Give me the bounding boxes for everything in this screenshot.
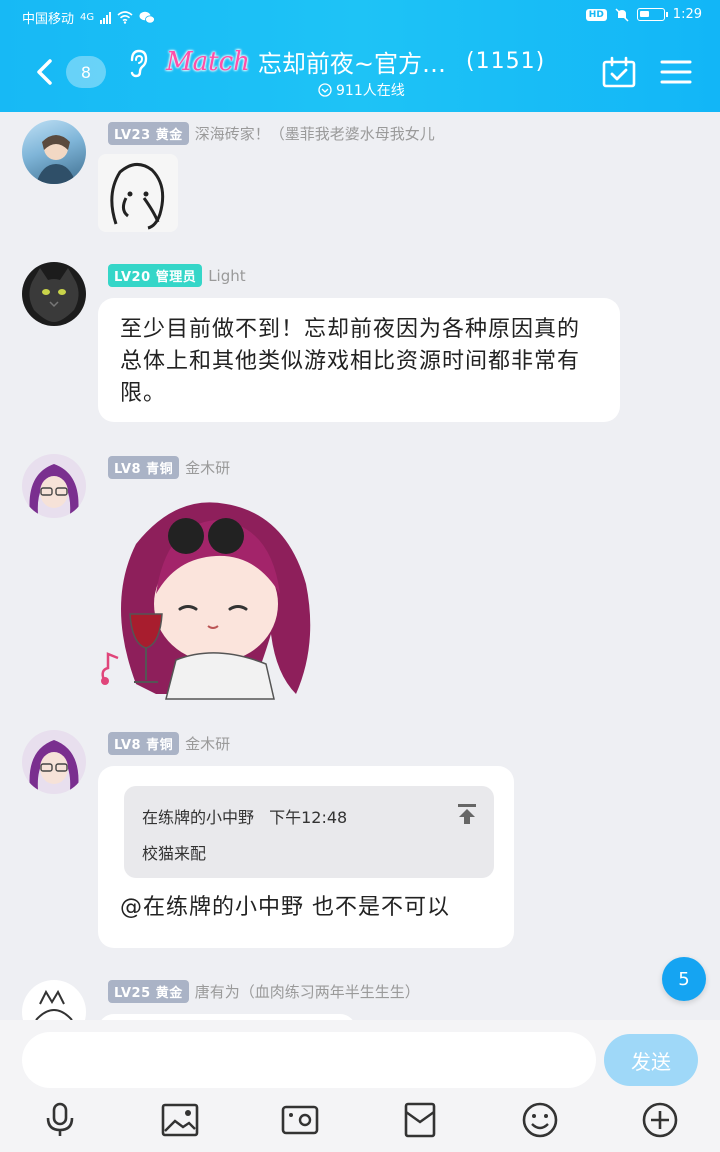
- send-button[interactable]: 发送: [604, 1034, 698, 1086]
- level-badge: LV23 黄金: [108, 122, 189, 145]
- quoted-message[interactable]: 在练牌的小中野 下午12:48 校猫来配: [124, 786, 494, 878]
- plus-icon: [642, 1102, 678, 1138]
- quote-author: 在练牌的小中野: [142, 808, 255, 827]
- back-button[interactable]: [28, 52, 60, 92]
- calendar-check-icon[interactable]: [602, 56, 636, 88]
- avatar[interactable]: [22, 262, 86, 326]
- message-item: LV8 青铜 金木研: [0, 452, 720, 712]
- group-name: 忘却前夜~官方…: [257, 50, 446, 78]
- sticker-image[interactable]: [98, 154, 178, 232]
- menu-icon[interactable]: [660, 58, 692, 86]
- title-match-logo: Match: [166, 46, 250, 77]
- sticker-image[interactable]: [96, 484, 326, 706]
- avatar-image: [29, 464, 79, 514]
- unread-count-badge[interactable]: 8: [66, 56, 106, 88]
- status-bar: 中国移动 4G HD 1:29: [0, 0, 720, 32]
- emoji-button[interactable]: [520, 1100, 560, 1140]
- voice-button[interactable]: [40, 1100, 80, 1140]
- message-item: LV25 黄金 唐有为（血肉练习两年半生生生）: [0, 978, 720, 1020]
- quote-time: 下午12:48: [269, 808, 348, 827]
- level-badge: LV8 青铜: [108, 456, 180, 479]
- video-button[interactable]: [280, 1100, 320, 1140]
- avatar[interactable]: [22, 120, 86, 184]
- online-count: 911人在线: [336, 83, 405, 99]
- message-input[interactable]: [22, 1032, 596, 1088]
- member-count: (1151): [466, 49, 546, 74]
- jump-to-top-icon[interactable]: [456, 802, 478, 826]
- sender-name[interactable]: 金木研: [185, 457, 230, 478]
- mute-bell-icon: [615, 7, 629, 22]
- emoji-icon: [522, 1102, 558, 1138]
- quote-header: 在练牌的小中野 下午12:48: [142, 804, 347, 828]
- more-button[interactable]: [640, 1100, 680, 1140]
- level-badge: LV20 管理员: [108, 264, 203, 287]
- image-icon: [161, 1103, 199, 1137]
- ear-icon[interactable]: [126, 48, 150, 80]
- chat-header: 中国移动 4G HD 1:29 8 Match 忘却前夜~官方… (1151) …: [0, 0, 720, 112]
- doodle-sticker: [110, 163, 165, 230]
- signal-icon: [100, 11, 112, 24]
- new-messages-badge[interactable]: 5: [662, 957, 706, 1001]
- image-button[interactable]: [160, 1100, 200, 1140]
- wechat-icon: [139, 11, 156, 24]
- avatar[interactable]: [22, 454, 86, 518]
- wifi-icon: [117, 11, 133, 24]
- hd-badge: HD: [585, 8, 607, 21]
- message-text: 至少目前做不到！忘却前夜因为各种原因真的总体上和其他类似游戏相比资源时间都非常有…: [120, 317, 581, 406]
- carrier-label: 中国移动: [22, 12, 75, 27]
- message-bubble[interactable]: 至少目前做不到！忘却前夜因为各种原因真的总体上和其他类似游戏相比资源时间都非常有…: [98, 298, 620, 422]
- microphone-icon: [46, 1102, 74, 1136]
- input-bar: 发送: [0, 1020, 720, 1152]
- avatar-image: [36, 135, 76, 184]
- battery-icon: [636, 8, 668, 21]
- level-badge: LV8 青铜: [108, 732, 180, 755]
- network-label: 4G: [80, 12, 95, 23]
- sender-name[interactable]: 深海砖家！（墨菲我老婆水母我女儿: [195, 123, 435, 144]
- clock: 1:29: [672, 7, 702, 22]
- level-badge: LV25 黄金: [108, 980, 189, 1003]
- avatar[interactable]: [22, 730, 86, 794]
- message-bubble[interactable]: 在练牌的小中野 下午12:48 校猫来配 @在练牌的小中野 也不是不可以: [98, 766, 514, 948]
- video-icon: [281, 1105, 319, 1135]
- message-item: LV20 管理员 Light 至少目前做不到！忘却前夜因为各种原因真的总体上和其…: [0, 260, 720, 430]
- avatar-image: [29, 740, 79, 790]
- message-text: @在练牌的小中野 也不是不可以: [120, 895, 450, 920]
- message-item: LV8 青铜 金木研 在练牌的小中野 下午12:48 校猫来配 @在练牌的小中野…: [0, 728, 720, 958]
- anime-girl-wine-sticker: [101, 502, 311, 700]
- avatar-image: [35, 989, 73, 1020]
- online-status: 911人在线: [318, 80, 405, 100]
- avatar[interactable]: [22, 980, 86, 1020]
- red-packet-button[interactable]: [400, 1100, 440, 1140]
- sender-name[interactable]: 唐有为（血肉练习两年半生生生）: [195, 981, 420, 1002]
- chevron-left-icon: [37, 59, 52, 85]
- quote-text: 校猫来配: [142, 844, 207, 863]
- message-item: LV23 黄金 深海砖家！（墨菲我老婆水母我女儿: [0, 118, 720, 238]
- red-packet-icon: [404, 1102, 436, 1138]
- chevron-down-circle-icon: [318, 83, 332, 97]
- avatar-image: [29, 268, 79, 322]
- chat-title[interactable]: Match 忘却前夜~官方… (1151): [166, 44, 545, 79]
- sender-name[interactable]: Light: [208, 267, 245, 285]
- sender-name[interactable]: 金木研: [185, 733, 230, 754]
